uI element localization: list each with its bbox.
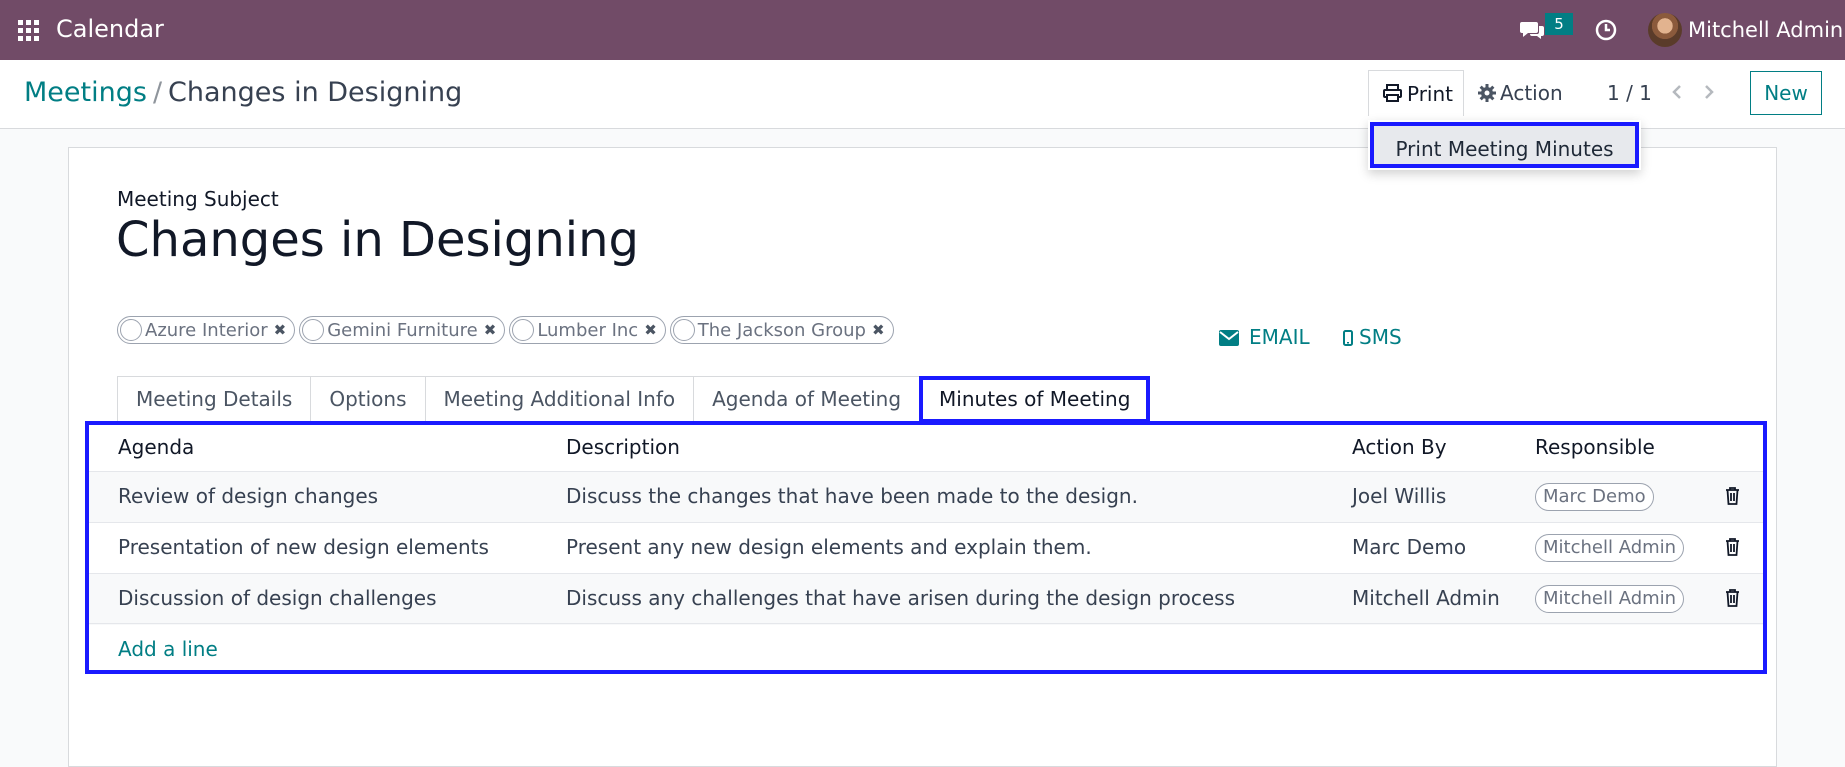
attendee-avatar — [672, 319, 695, 341]
add-line-link[interactable]: Add a line — [118, 637, 218, 661]
attendee-name: The Jackson Group — [697, 319, 866, 341]
attendee-avatar — [302, 319, 325, 341]
attendee-name: Lumber Inc — [537, 319, 639, 341]
breadcrumb-separator: / — [152, 77, 163, 108]
chevron-left-icon[interactable] — [1670, 84, 1684, 100]
attendee-tag[interactable]: The Jackson Group ✖ — [669, 316, 894, 344]
print-dropdown-menu: Print Meeting Minutes — [1368, 120, 1641, 170]
breadcrumb-meetings-link[interactable]: Meetings — [24, 77, 147, 108]
attendee-avatar — [512, 319, 535, 341]
email-label: EMAIL — [1249, 325, 1310, 349]
tab-agenda-of-meeting[interactable]: Agenda of Meeting — [693, 376, 920, 423]
new-button[interactable]: New — [1750, 71, 1822, 115]
apps-grid-icon[interactable] — [18, 20, 39, 41]
message-count-badge: 5 — [1545, 13, 1573, 35]
attendee-tag[interactable]: Gemini Furniture ✖ — [299, 316, 506, 344]
column-header-action-by[interactable]: Action By — [1352, 435, 1447, 459]
printer-icon — [1383, 84, 1402, 102]
responsible-badge[interactable]: Marc Demo — [1535, 483, 1654, 511]
tab-meeting-details[interactable]: Meeting Details — [117, 376, 311, 423]
attendee-name: Gemini Furniture — [327, 319, 478, 341]
user-avatar[interactable] — [1648, 13, 1682, 47]
mobile-phone-icon — [1343, 330, 1353, 346]
row-agenda[interactable]: Presentation of new design elements — [118, 535, 489, 559]
print-label: Print — [1407, 82, 1454, 106]
print-button[interactable]: Print — [1368, 70, 1464, 116]
add-line-row — [89, 623, 1763, 671]
row-action-by[interactable]: Joel Willis — [1352, 484, 1446, 508]
envelope-icon — [1219, 330, 1239, 346]
row-description[interactable]: Discuss any challenges that have arisen … — [566, 586, 1235, 610]
column-header-responsible[interactable]: Responsible — [1535, 435, 1655, 459]
row-action-by[interactable]: Mitchell Admin — [1352, 586, 1500, 610]
breadcrumb: Meetings / Changes in Designing — [24, 77, 462, 108]
notebook-tabs: Meeting Details Options Meeting Addition… — [117, 376, 1151, 423]
attendee-tags: Azure Interior ✖ Gemini Furniture ✖ Lumb… — [117, 316, 894, 344]
sms-label: SMS — [1359, 325, 1402, 349]
pager-value[interactable]: 1 / 1 — [1607, 81, 1652, 105]
control-panel: Meetings / Changes in Designing Print Acti… — [0, 60, 1845, 129]
row-description[interactable]: Discuss the changes that have been made … — [566, 484, 1138, 508]
breadcrumb-current: Changes in Designing — [168, 77, 463, 108]
attendee-tag[interactable]: Lumber Inc ✖ — [509, 316, 666, 344]
responsible-badge[interactable]: Mitchell Admin — [1535, 585, 1685, 613]
remove-tag-icon[interactable]: ✖ — [484, 321, 497, 339]
row-description[interactable]: Present any new design elements and expl… — [566, 535, 1092, 559]
print-meeting-minutes-item[interactable]: Print Meeting Minutes — [1370, 122, 1639, 168]
row-agenda[interactable]: Discussion of design challenges — [118, 586, 437, 610]
attendee-tag[interactable]: Azure Interior ✖ — [117, 316, 296, 344]
column-header-agenda[interactable]: Agenda — [118, 435, 194, 459]
app-title[interactable]: Calendar — [56, 15, 164, 43]
tab-options[interactable]: Options — [310, 376, 425, 423]
trash-icon[interactable] — [1725, 538, 1740, 556]
chat-icon[interactable] — [1520, 19, 1546, 41]
attendee-avatar — [120, 319, 142, 341]
top-navbar: Calendar 5 Mitchell Admin — [0, 0, 1845, 60]
gear-icon — [1478, 84, 1496, 102]
remove-tag-icon[interactable]: ✖ — [644, 321, 657, 339]
tab-meeting-additional-info[interactable]: Meeting Additional Info — [424, 376, 694, 423]
action-label: Action — [1500, 81, 1563, 105]
column-header-description[interactable]: Description — [566, 435, 680, 459]
row-agenda[interactable]: Review of design changes — [118, 484, 378, 508]
user-name[interactable]: Mitchell Admin — [1688, 18, 1843, 42]
chevron-right-icon[interactable] — [1702, 84, 1716, 100]
trash-icon[interactable] — [1725, 487, 1740, 505]
responsible-badge[interactable]: Mitchell Admin — [1535, 534, 1685, 562]
remove-tag-icon[interactable]: ✖ — [274, 321, 287, 339]
clock-icon[interactable] — [1595, 19, 1617, 41]
row-action-by[interactable]: Marc Demo — [1352, 535, 1466, 559]
remove-tag-icon[interactable]: ✖ — [872, 321, 885, 339]
trash-icon[interactable] — [1725, 589, 1740, 607]
meeting-subject-label: Meeting Subject — [117, 187, 279, 211]
attendee-name: Azure Interior — [145, 319, 268, 341]
tab-minutes-of-meeting[interactable]: Minutes of Meeting — [919, 376, 1151, 423]
meeting-subject-field[interactable]: Changes in Designing — [116, 212, 639, 268]
